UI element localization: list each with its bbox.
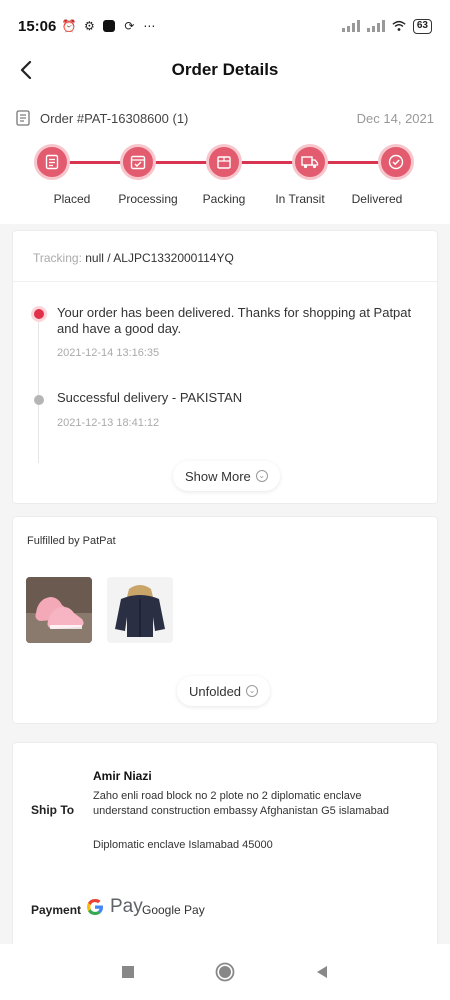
tracking-number: Tracking: null / ALJPC1332000114YQ: [33, 251, 234, 265]
payment-method: Google Pay: [142, 903, 205, 917]
step-labels: Placed Processing Packing In Transit Del…: [0, 192, 450, 212]
step-in-transit: [292, 144, 328, 180]
receipt-icon: [45, 154, 59, 170]
payment-label: Payment: [31, 903, 82, 917]
shipping-address: Zaho enli road block no 2 plote no 2 dip…: [93, 790, 389, 817]
back-nav-button[interactable]: [307, 957, 337, 987]
calendar-check-icon: [130, 155, 146, 170]
timeline-event-text: Your order has been delivered. Thanks fo…: [57, 305, 412, 336]
chevron-left-icon: [20, 61, 32, 79]
timeline-event-time: 2021-12-13 18:41:12: [57, 417, 160, 429]
unfold-label: Unfolded: [189, 683, 242, 699]
home-button[interactable]: [210, 957, 240, 987]
signal-icon: [341, 20, 360, 32]
timeline-line: [38, 313, 39, 463]
more-dots-icon: ⋯: [143, 19, 156, 33]
recipient-name: Amir Niazi: [93, 769, 152, 783]
step-placed: [34, 144, 70, 180]
step-label-packing: Packing: [202, 192, 246, 206]
order-id: Order #PAT-16308600 (1): [40, 110, 189, 126]
ship-to-label: Ship To: [31, 803, 75, 817]
back-button[interactable]: [12, 56, 40, 84]
status-notification-icons: ⏰ ⚙ ⟳ ⋯: [62, 19, 156, 33]
step-delivered: [378, 144, 414, 180]
fulfilled-title: Fulfilled by PatPat: [27, 535, 116, 547]
app-icon: ⚙: [83, 19, 95, 33]
receipt-icon: [16, 110, 30, 126]
gpay-brand-text: Pay: [110, 896, 143, 917]
wifi-icon: [392, 19, 406, 33]
status-bar: 15:06 ⏰ ⚙ ⟳ ⋯ 63: [0, 0, 450, 52]
timeline-event-text: Successful delivery - PAKISTAN: [57, 390, 243, 405]
show-more-button[interactable]: Show More ⌄: [173, 461, 280, 491]
tracking-card: Tracking: null / ALJPC1332000114YQ Your …: [12, 230, 438, 504]
step-label-in-transit: In Transit: [275, 192, 325, 206]
shipping-city: Diplomatic enclave Islamabad 45000: [93, 839, 273, 851]
step-label-delivered: Delivered: [351, 192, 403, 206]
pink-shoes-image: [26, 577, 92, 643]
status-time: 15:06: [18, 17, 57, 35]
battery-indicator: 63: [412, 18, 432, 34]
google-pay-logo: Pay: [85, 896, 143, 918]
step-label-placed: Placed: [53, 192, 91, 206]
timeline-dot-active: [34, 309, 44, 319]
timeline-event-time: 2021-12-14 13:16:35: [57, 347, 160, 359]
divider: [13, 281, 437, 282]
navy-jacket-image: [107, 577, 173, 643]
product-thumbnail[interactable]: [107, 577, 173, 643]
truck-icon: [301, 156, 319, 169]
check-circle-icon: [388, 154, 404, 170]
system-navigation-bar: [0, 944, 450, 1000]
status-system-icons: 63: [341, 18, 432, 34]
fulfilled-card: Fulfilled by PatPat Unfolded ⌄: [12, 516, 438, 724]
chevron-down-circle-icon: ⌄: [255, 470, 268, 482]
order-row: Order #PAT-16308600 (1) Dec 14, 2021: [16, 110, 434, 126]
shipping-card: Ship To Amir Niazi Zaho enli road block …: [12, 742, 438, 952]
tracking-label: Tracking:: [33, 251, 82, 265]
order-date: Dec 14, 2021: [356, 110, 434, 126]
recent-apps-button[interactable]: [113, 957, 143, 987]
step-packing: [206, 144, 242, 180]
alarm-icon: ⏰: [61, 19, 77, 33]
order-progress: [34, 144, 414, 180]
package-icon: [217, 156, 231, 169]
app-header: Order Details: [0, 52, 450, 88]
signal-2-icon: [366, 20, 385, 32]
triangle-back-icon: [316, 966, 327, 978]
circle-home-icon: [215, 962, 235, 982]
product-thumbnail[interactable]: [26, 577, 92, 643]
google-g-icon: [87, 899, 103, 915]
show-more-label: Show More: [185, 468, 251, 484]
step-label-processing: Processing: [118, 192, 178, 206]
notification-square-icon: [102, 19, 116, 33]
step-processing: [120, 144, 156, 180]
cast-icon: ⟳: [124, 19, 135, 33]
order-summary: Order #PAT-16308600 (1) Dec 14, 2021 Pla…: [0, 88, 450, 224]
tracking-value: null / ALJPC1332000114YQ: [85, 251, 234, 265]
page-title: Order Details: [171, 60, 279, 79]
timeline-dot: [34, 395, 44, 405]
chevron-down-circle-icon: ⌄: [246, 685, 259, 697]
square-icon: [122, 966, 135, 978]
unfold-button[interactable]: Unfolded ⌄: [177, 676, 271, 706]
